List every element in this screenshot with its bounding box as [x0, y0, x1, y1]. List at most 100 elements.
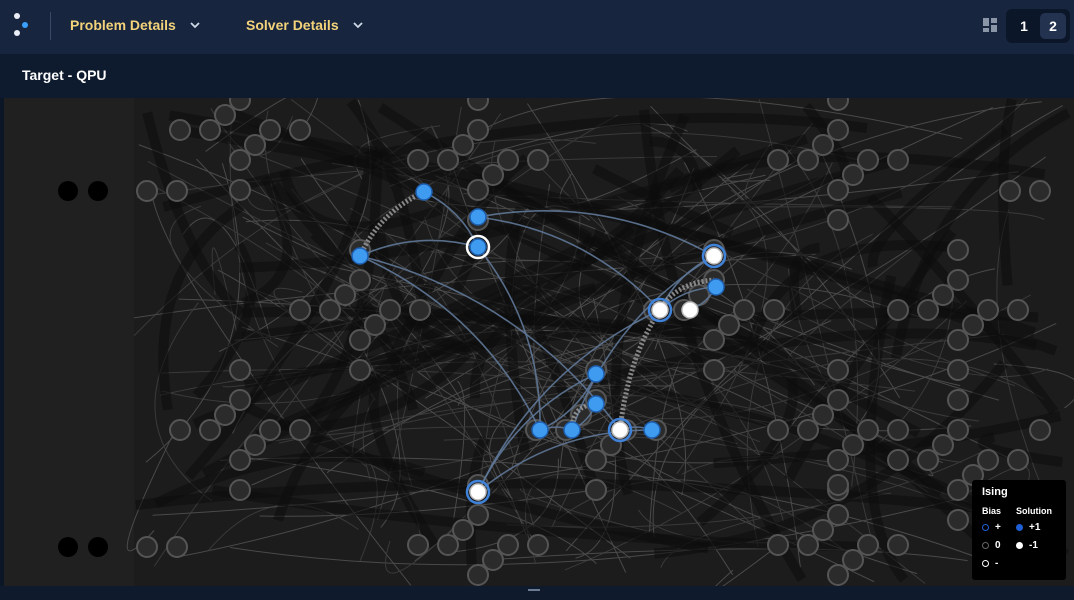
- page-switcher: 1 2: [1006, 9, 1070, 43]
- idle-qubit: [917, 299, 939, 321]
- idle-qubit: [169, 119, 191, 141]
- idle-qubit: [497, 534, 519, 556]
- qpu-graph-canvas[interactable]: [4, 98, 1074, 586]
- background-coupler: [715, 551, 771, 586]
- idle-qubit: [947, 419, 969, 441]
- idle-qubit: [319, 299, 341, 321]
- idle-qubit: [482, 164, 504, 186]
- idle-qubit: [244, 434, 266, 456]
- graph-left-band: [4, 98, 134, 586]
- idle-qubit: [409, 299, 431, 321]
- idle-qubit: [827, 98, 849, 111]
- idle-qubit: [812, 519, 834, 541]
- idle-qubit: [947, 269, 969, 291]
- idle-qubit: [977, 299, 999, 321]
- solver-details-menu[interactable]: Solver Details: [246, 17, 365, 33]
- unused-qubit: [88, 537, 108, 557]
- header-divider: [50, 12, 51, 40]
- idle-qubit: [229, 449, 251, 471]
- unused-qubit: [88, 181, 108, 201]
- idle-qubit: [857, 534, 879, 556]
- idle-qubit: [797, 419, 819, 441]
- idle-qubit: [763, 299, 785, 321]
- idle-qubit: [166, 536, 188, 558]
- idle-qubit: [887, 449, 909, 471]
- page-1-button[interactable]: 1: [1011, 13, 1037, 39]
- qubit-plus-one: [469, 238, 487, 256]
- page-2-button[interactable]: 2: [1040, 13, 1066, 39]
- legend-solution-minus: -1: [1016, 540, 1038, 551]
- qubit-plus-one: [563, 421, 581, 439]
- bias-plus-label: +: [995, 522, 1001, 533]
- idle-qubit: [827, 389, 849, 411]
- idle-qubit: [259, 419, 281, 441]
- idle-qubit: [437, 149, 459, 171]
- legend-title: Ising: [982, 486, 1008, 498]
- unused-qubit: [58, 181, 78, 201]
- legend-bias-zero: 0: [982, 540, 1001, 551]
- qubit-plus-one: [531, 421, 549, 439]
- idle-qubit: [827, 179, 849, 201]
- idle-qubit: [827, 564, 849, 586]
- qubit-minus-one: [611, 421, 629, 439]
- idle-qubit: [842, 164, 864, 186]
- idle-qubit: [1007, 299, 1029, 321]
- idle-qubit: [229, 479, 251, 501]
- idle-qubit: [349, 329, 371, 351]
- background-coupler: [182, 217, 272, 340]
- idle-qubit: [497, 149, 519, 171]
- idle-qubit: [289, 299, 311, 321]
- qubit-minus-one: [469, 483, 487, 501]
- qubit-plus-one: [587, 395, 605, 413]
- idle-qubit: [947, 329, 969, 351]
- bias-plus-icon: [982, 524, 989, 531]
- idle-qubit: [452, 519, 474, 541]
- idle-qubit: [467, 179, 489, 201]
- idle-qubit: [703, 329, 725, 351]
- idle-qubit: [199, 419, 221, 441]
- idle-qubit: [999, 180, 1021, 202]
- idle-qubit: [703, 359, 725, 381]
- idle-qubit: [349, 359, 371, 381]
- qpu-graph[interactable]: [4, 98, 1074, 586]
- idle-qubit: [482, 549, 504, 571]
- bias-zero-icon: [982, 542, 989, 549]
- idle-qubit: [467, 564, 489, 586]
- idle-qubit: [452, 134, 474, 156]
- idle-qubit: [349, 269, 371, 291]
- layout-grid-icon[interactable]: [982, 17, 998, 33]
- idle-qubit: [1007, 449, 1029, 471]
- idle-qubit: [407, 534, 429, 556]
- bottom-bar: [0, 586, 1074, 600]
- idle-qubit: [917, 449, 939, 471]
- bias-minus-label: -: [995, 558, 999, 569]
- legend-bias-header: Bias: [982, 506, 1002, 516]
- qubit-minus-one: [651, 301, 669, 319]
- idle-qubit: [1029, 419, 1051, 441]
- qubit-plus-one: [469, 208, 487, 226]
- idle-qubit: [229, 389, 251, 411]
- idle-qubit: [214, 104, 236, 126]
- idle-qubit: [364, 314, 386, 336]
- idle-qubit: [827, 449, 849, 471]
- resize-handle[interactable]: [528, 589, 540, 591]
- idle-qubit: [229, 359, 251, 381]
- idle-qubit: [527, 534, 549, 556]
- idle-qubit: [857, 419, 879, 441]
- idle-qubit: [842, 434, 864, 456]
- idle-qubit: [259, 119, 281, 141]
- idle-qubit: [169, 419, 191, 441]
- idle-qubit: [812, 404, 834, 426]
- idle-qubit: [947, 479, 969, 501]
- panel-title: Target - QPU: [22, 67, 107, 83]
- qubit-minus-one: [705, 247, 723, 265]
- problem-details-menu[interactable]: Problem Details: [70, 17, 202, 33]
- solution-plus-label: +1: [1029, 522, 1041, 533]
- idle-qubit: [289, 419, 311, 441]
- idle-qubit: [767, 419, 789, 441]
- logo-icon[interactable]: [12, 11, 34, 41]
- idle-qubit: [229, 179, 251, 201]
- chevron-down-icon: [190, 22, 200, 29]
- idle-qubit: [827, 119, 849, 141]
- idle-qubit: [947, 359, 969, 381]
